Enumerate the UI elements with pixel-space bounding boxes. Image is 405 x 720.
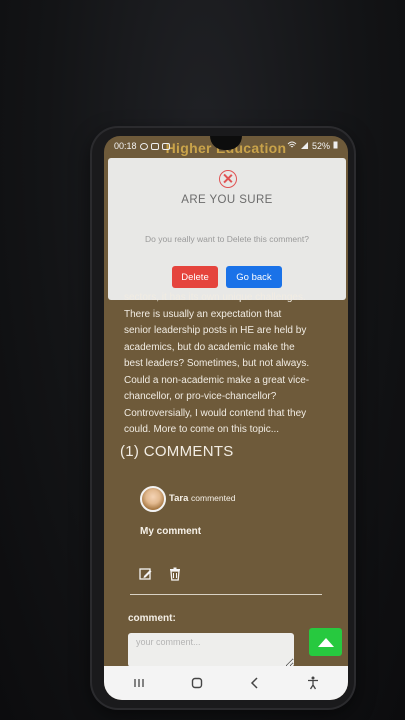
article-line: There is usually an expectation that	[124, 308, 282, 320]
notification-icon	[150, 142, 159, 150]
android-nav-bar	[104, 666, 348, 700]
modal-message: Do you really want to Delete this commen…	[145, 234, 309, 244]
app-notification-icon	[161, 142, 170, 150]
delete-button[interactable]: Delete	[172, 266, 218, 288]
comment-text: My comment	[140, 526, 202, 537]
article-line: senior leadership posts in HE are held b…	[124, 325, 307, 336]
wifi-icon	[287, 141, 297, 151]
comment-action: commented	[191, 493, 236, 503]
signal-icon	[300, 141, 309, 151]
battery-text: 52%	[311, 141, 330, 151]
article-line: Controversially, I would contend that th…	[124, 407, 307, 419]
trash-icon[interactable]	[168, 567, 182, 581]
phone-screen: Higher Education 00:18 52% ARE YOU SURE …	[104, 136, 348, 700]
battery-icon	[333, 141, 338, 151]
back-icon[interactable]	[245, 673, 265, 693]
comment-divider	[130, 594, 322, 595]
article-line: chancellor, or pro-vice-chancellor?	[124, 391, 277, 402]
confirm-delete-modal: ARE YOU SURE Do you really want to Delet…	[108, 158, 346, 300]
home-icon[interactable]	[187, 673, 207, 693]
scroll-to-top-button[interactable]	[309, 628, 342, 656]
whatsapp-icon	[139, 142, 148, 150]
status-time: 00:18	[114, 141, 137, 151]
article-line: sectors, it has its own unique challenge…	[124, 292, 306, 303]
comment-input[interactable]	[128, 633, 294, 667]
article-line: best leaders? Sometimes, but not always.	[124, 358, 310, 369]
comment-field-label: comment:	[128, 613, 176, 624]
close-circle-icon	[219, 170, 237, 188]
edit-icon[interactable]	[139, 567, 153, 581]
comment-author-line: Tara commented	[169, 493, 235, 504]
comment-author: Tara	[169, 493, 189, 504]
accessibility-icon[interactable]	[303, 673, 323, 693]
comments-heading: (1) COMMENTS	[120, 443, 234, 460]
avatar	[140, 486, 166, 512]
recents-icon[interactable]	[129, 673, 149, 693]
article-line: could. More to come on this topic...	[124, 424, 280, 435]
modal-title: ARE YOU SURE	[181, 194, 273, 206]
article-line: academics, but do academic make the	[124, 341, 295, 353]
article-body: sectors, it has its own unique challenge…	[124, 290, 336, 439]
article-line: Could a non-academic make a great vice-	[124, 374, 310, 386]
go-back-button[interactable]: Go back	[226, 266, 282, 288]
